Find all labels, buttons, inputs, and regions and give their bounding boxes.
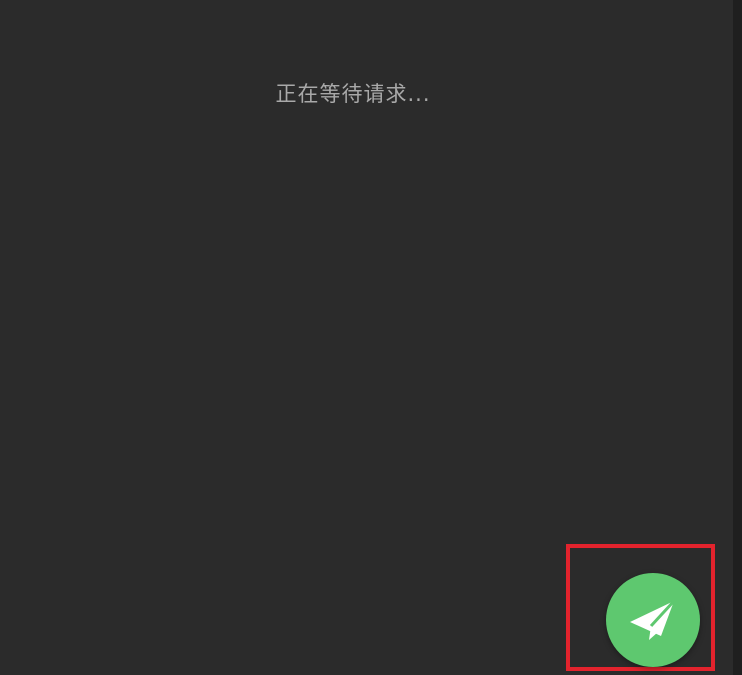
right-edge-strip	[733, 0, 742, 675]
send-fab-button[interactable]	[606, 573, 700, 667]
waiting-status-text: 正在等待请求...	[275, 82, 431, 106]
app-screen: 正在等待请求...	[0, 0, 742, 675]
paper-plane-icon	[630, 599, 676, 640]
